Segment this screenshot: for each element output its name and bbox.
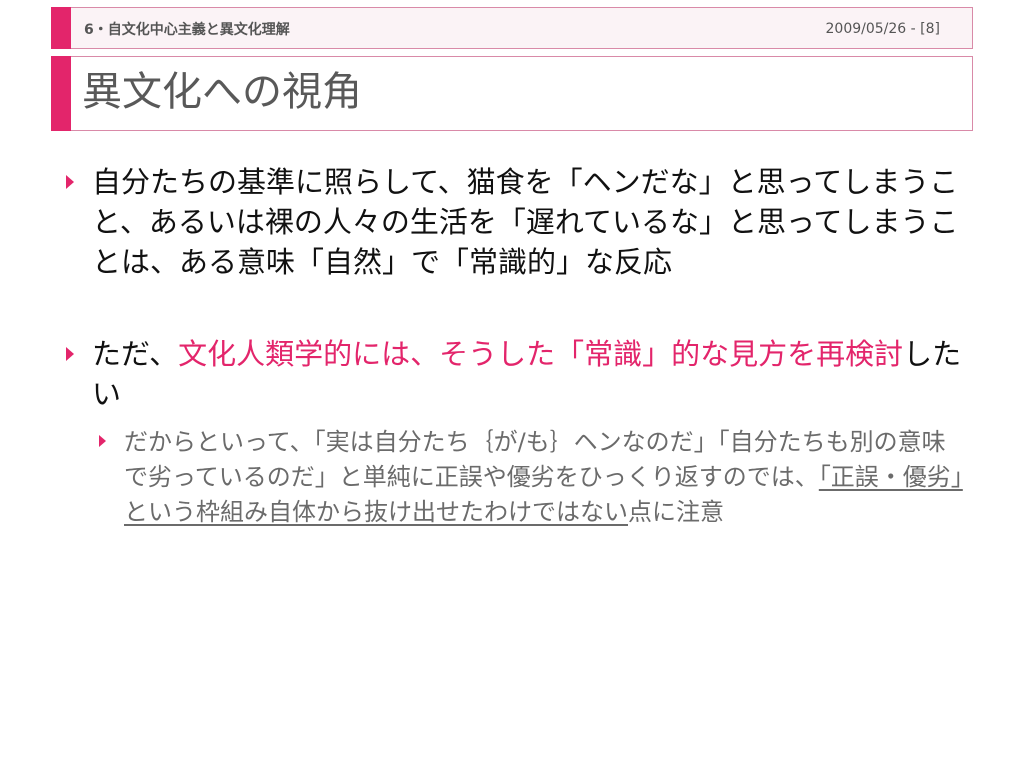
section-heading: 6・自文化中心主義と異文化理解 xyxy=(84,22,290,38)
date-page-label: 2009/05/26 - [8] xyxy=(825,21,940,37)
sub-bullet-arrow-icon xyxy=(99,435,106,447)
bullet-highlight-text: 文化人類学的には、そうした「常識」的な見方を再検討 xyxy=(178,337,904,371)
sub-bullet-item: だからといって、「実は自分たち｛が/も｝ヘンなのだ」「自分たちも別の意味で劣って… xyxy=(99,425,964,530)
slide: 6・自文化中心主義と異文化理解 2009/05/26 - [8] 異文化への視角… xyxy=(0,0,1024,768)
bullet-item: 自分たちの基準に照らして、猫食を「ヘンだな」と思ってしまうこと、あるいは裸の人々… xyxy=(66,162,962,282)
title-accent-stripe xyxy=(51,56,71,131)
slide-title: 異文化への視角 xyxy=(82,69,362,115)
bullet-arrow-icon xyxy=(66,347,74,361)
bullet-text: 自分たちの基準に照らして、猫食を「ヘンだな」と思ってしまうこと、あるいは裸の人々… xyxy=(92,165,959,279)
header-accent-stripe xyxy=(51,7,71,49)
bullet-text-prefix: ただ、 xyxy=(92,337,179,371)
bullet-item: ただ、文化人類学的には、そうした「常識」的な見方を再検討したい xyxy=(66,334,962,414)
sub-bullet-tail: 点に注意 xyxy=(628,498,724,526)
bullet-arrow-icon xyxy=(66,175,74,189)
